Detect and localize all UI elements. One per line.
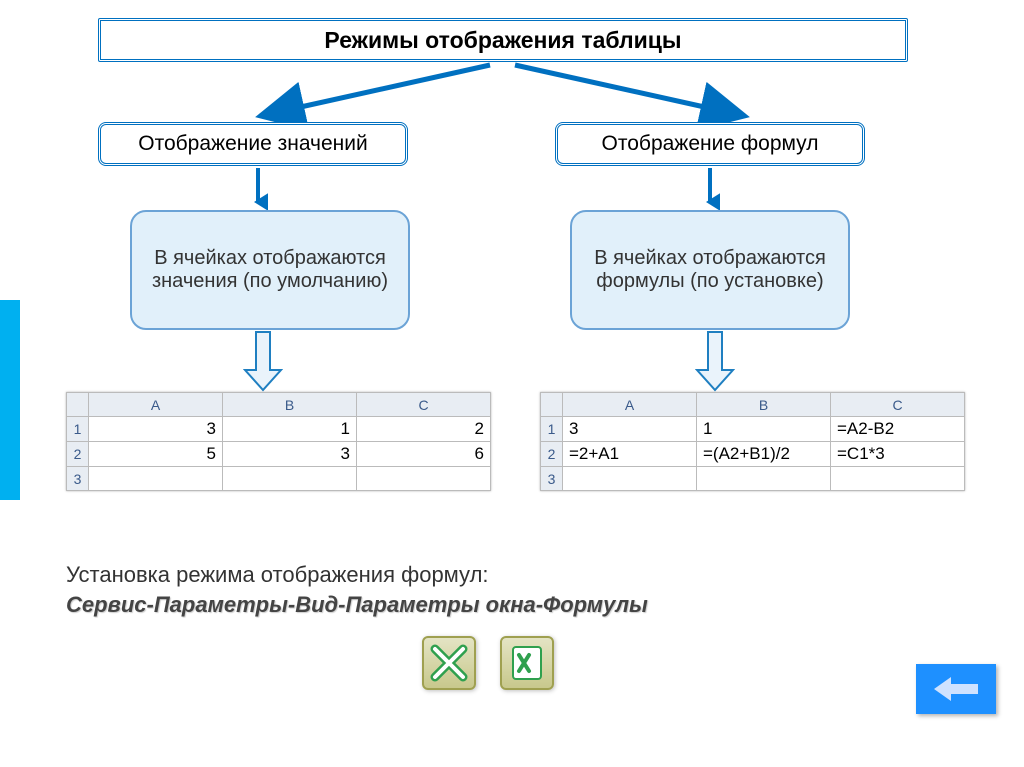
cell: 6 [357,442,491,467]
arrow-mode-desc-right [700,166,720,212]
col-header: B [223,393,357,417]
cell [563,467,697,491]
description-values: В ячейках отображаются значения (по умол… [130,210,410,330]
arrow-mode-desc-left [248,166,268,212]
caption-text: Установка режима отображения формул: [66,562,489,588]
slide-accent-bar [0,300,20,500]
cell: 3 [223,442,357,467]
title-box: Режимы отображения таблицы [98,18,908,62]
col-header: C [831,393,965,417]
cell-corner [541,393,563,417]
excel-new-icon [500,636,554,690]
spreadsheet-values: A B C 1 3 1 2 2 5 3 6 3 [66,392,491,491]
cell: 3 [563,417,697,442]
mode-formulas-box: Отображение формул [555,122,865,166]
cell: 5 [89,442,223,467]
mode-values-box: Отображение значений [98,122,408,166]
cell: 3 [89,417,223,442]
cell: 2 [357,417,491,442]
cell [697,467,831,491]
cell: =C1*3 [831,442,965,467]
col-header: A [89,393,223,417]
cell [357,467,491,491]
col-header: B [697,393,831,417]
arrow-desc-sheet-left [243,330,283,394]
spreadsheet-formulas: A B C 1 3 1 =A2-B2 2 =2+A1 =(A2+B1)/2 =C… [540,392,965,491]
cell: =A2-B2 [831,417,965,442]
col-header: A [563,393,697,417]
cell: =2+A1 [563,442,697,467]
cell: 1 [223,417,357,442]
cell: 1 [697,417,831,442]
menu-path: Сервис-Параметры-Вид-Параметры окна-Форм… [66,592,648,618]
cell: =(A2+B1)/2 [697,442,831,467]
cell [831,467,965,491]
arrow-title-left [240,60,500,130]
description-formulas: В ячейках отображаются формулы (по устан… [570,210,850,330]
cell-corner [67,393,89,417]
back-button[interactable] [916,664,996,714]
back-arrow-icon [931,674,981,704]
row-header: 3 [541,467,563,491]
excel-old-icon [422,636,476,690]
row-header: 2 [67,442,89,467]
row-header: 1 [67,417,89,442]
arrow-title-right [505,60,765,130]
row-header: 1 [541,417,563,442]
row-header: 2 [541,442,563,467]
arrow-desc-sheet-right [695,330,735,394]
cell [223,467,357,491]
col-header: C [357,393,491,417]
cell [89,467,223,491]
row-header: 3 [67,467,89,491]
